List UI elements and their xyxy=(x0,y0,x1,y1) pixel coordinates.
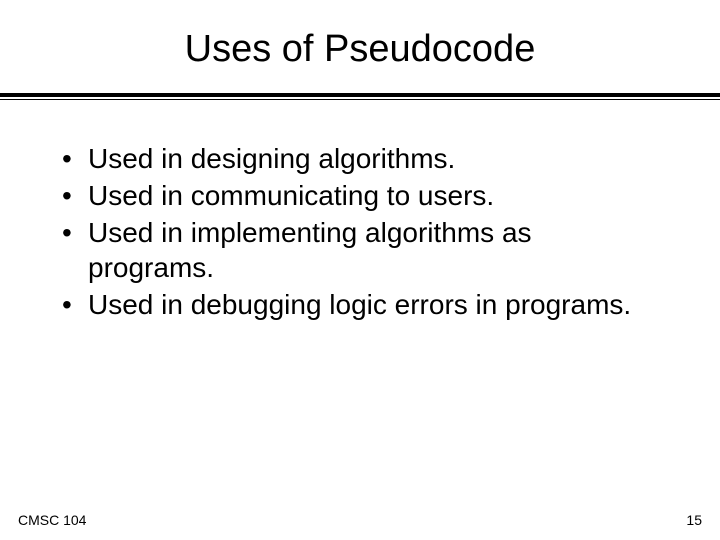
bullet-text: Used in debugging logic errors in progra… xyxy=(88,287,660,322)
list-item: • Used in communicating to users. xyxy=(60,178,660,213)
bullet-text: Used in communicating to users. xyxy=(88,178,660,213)
bullet-icon: • xyxy=(60,178,88,213)
footer-page-number: 15 xyxy=(686,512,702,528)
bullet-list: • Used in designing algorithms. • Used i… xyxy=(60,141,660,322)
slide-title: Uses of Pseudocode xyxy=(0,0,720,89)
bullet-text: Used in implementing algorithms as progr… xyxy=(88,215,660,285)
bullet-icon: • xyxy=(60,287,88,322)
slide-content: • Used in designing algorithms. • Used i… xyxy=(0,99,720,322)
list-item: • Used in implementing algorithms as pro… xyxy=(60,215,660,285)
slide: Uses of Pseudocode • Used in designing a… xyxy=(0,0,720,540)
bullet-text: Used in designing algorithms. xyxy=(88,141,660,176)
list-item: • Used in designing algorithms. xyxy=(60,141,660,176)
footer-course: CMSC 104 xyxy=(18,512,86,528)
bullet-icon: • xyxy=(60,141,88,176)
divider-thick xyxy=(0,93,720,97)
slide-footer: CMSC 104 15 xyxy=(0,512,720,528)
list-item: • Used in debugging logic errors in prog… xyxy=(60,287,660,322)
bullet-icon: • xyxy=(60,215,88,250)
